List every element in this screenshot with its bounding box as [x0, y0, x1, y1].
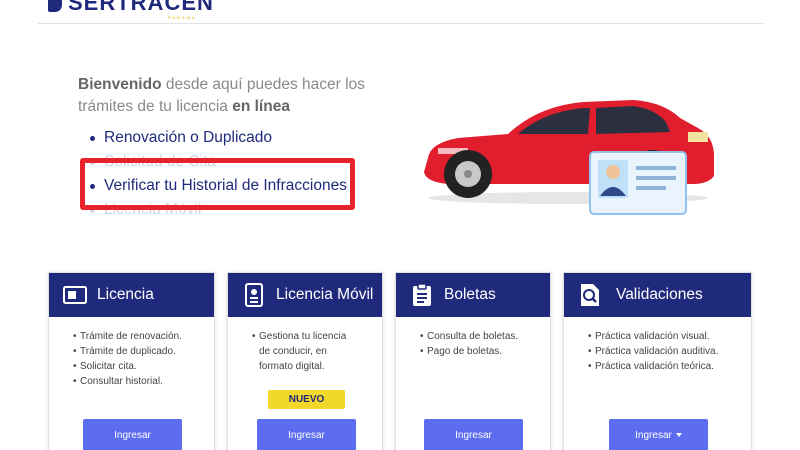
card-title: Licencia — [97, 286, 154, 303]
site-header: SERTRACEN PANAMÁ — [0, 0, 800, 24]
list-item: Trámite de renovación. — [73, 329, 214, 344]
welcome-text: Bienvenido desde aquí puedes hacer los t… — [78, 76, 365, 115]
ingresar-validaciones-dropdown[interactable]: Ingresar — [609, 419, 708, 450]
card-list: Gestiona tu licencia de conducir, en for… — [252, 329, 382, 374]
card-header: Licencia Móvil — [228, 273, 382, 317]
button-label: Ingresar — [635, 429, 672, 441]
card-list: Trámite de renovación. Trámite de duplic… — [73, 329, 214, 389]
list-item: Consulta de boletas. — [420, 329, 550, 344]
header-divider — [38, 23, 764, 24]
clipboard-icon — [410, 283, 434, 307]
card-licencia-movil: Licencia Móvil Gestiona tu licencia de c… — [227, 272, 383, 450]
card-header: Licencia — [49, 273, 214, 317]
bullet — [90, 135, 95, 141]
red-highlight-annotation — [80, 158, 355, 210]
caret-down-icon — [675, 433, 682, 437]
list-item: Práctica validación visual. — [588, 329, 751, 344]
id-card-icon — [589, 151, 687, 215]
site-logo[interactable]: SERTRACEN — [48, 0, 214, 15]
ingresar-licencia-button[interactable]: Ingresar — [83, 419, 182, 450]
license-card-icon — [63, 283, 87, 307]
card-list: Práctica validación visual. Práctica val… — [588, 329, 751, 374]
link-renovacion-duplicado[interactable]: Renovación o Duplicado — [90, 126, 347, 150]
list-item: Gestiona tu licencia — [252, 329, 382, 344]
list-item: Práctica validación auditiva. — [588, 344, 751, 359]
card-validaciones: Validaciones Práctica validación visual.… — [563, 272, 752, 450]
search-document-icon — [578, 283, 602, 307]
button-label: Ingresar — [288, 429, 325, 441]
card-title: Validaciones — [616, 286, 703, 303]
button-label: Ingresar — [455, 429, 492, 441]
logo-subtitle: PANAMÁ — [168, 15, 197, 20]
list-item: formato digital. — [259, 361, 325, 372]
card-title: Licencia Móvil — [276, 286, 374, 303]
card-list: Consulta de boletas. Pago de boletas. — [420, 329, 550, 359]
card-header: Boletas — [396, 273, 550, 317]
list-item: Pago de boletas. — [420, 344, 550, 359]
card-licencia: Licencia Trámite de renovación. Trámite … — [48, 272, 215, 450]
list-item: Práctica validación teórica. — [588, 359, 751, 374]
car-illustration — [424, 100, 714, 215]
card-boletas: Boletas Consulta de boletas. Pago de bol… — [395, 272, 551, 450]
list-item: Solicitar cita. — [73, 359, 214, 374]
ingresar-licencia-movil-button[interactable]: Ingresar — [257, 419, 356, 450]
list-item: Trámite de duplicado. — [73, 344, 214, 359]
card-title: Boletas — [444, 286, 496, 303]
new-badge: NUEVO — [268, 390, 345, 409]
ingresar-boletas-button[interactable]: Ingresar — [424, 419, 523, 450]
card-header: Validaciones — [564, 273, 751, 317]
mobile-license-icon — [242, 283, 266, 307]
button-label: Ingresar — [114, 429, 151, 441]
list-item: de conducir, en — [259, 346, 327, 357]
list-item: Consultar historial. — [73, 374, 214, 389]
logo-text: SERTRACEN — [68, 0, 214, 15]
logo-mark-icon — [48, 0, 62, 12]
